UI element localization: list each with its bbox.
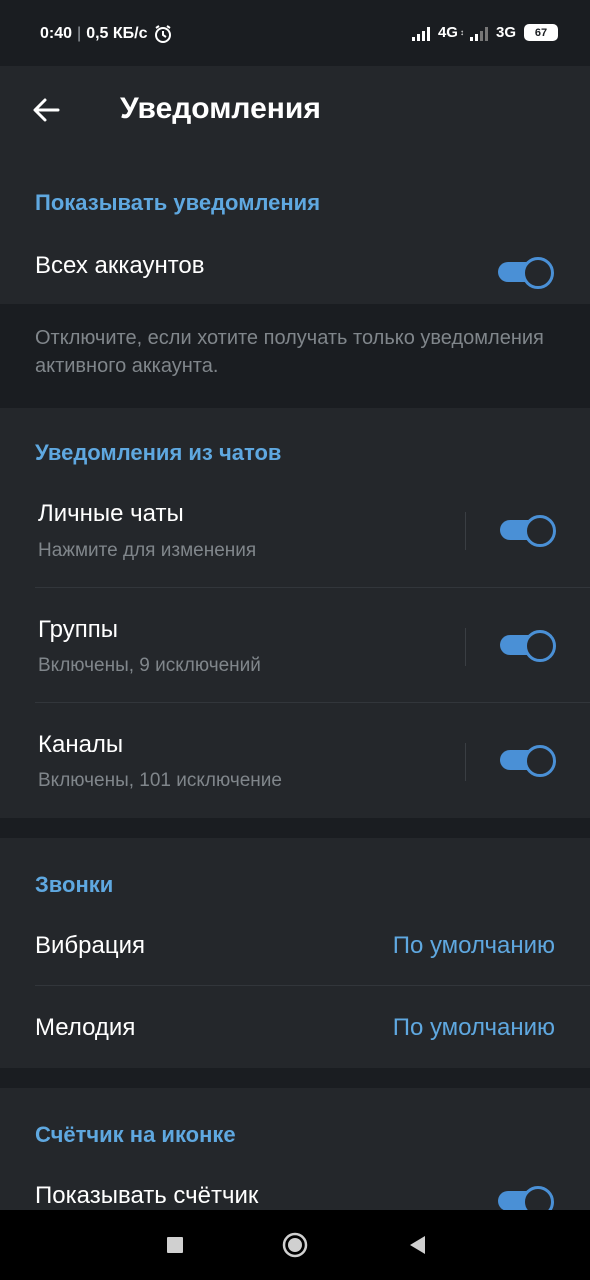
vibration-row[interactable]: Вибрация По умолчанию [0, 908, 590, 986]
toggle-knob [522, 257, 554, 289]
status-speed: 0,5 КБ/с [86, 25, 148, 42]
channels-row[interactable]: Каналы Включены, 101 исключение [0, 703, 590, 818]
section-header-chat-notifications: Уведомления из чатов [35, 440, 282, 465]
info-block: Отключите, если хотите получать только у… [0, 304, 590, 408]
data-arrows-icon: ↕ [459, 28, 464, 37]
groups-title: Группы [38, 616, 118, 643]
section-badge-counter: Счётчик на иконке Показывать счётчик [0, 1088, 590, 1210]
section-chat-notifications: Уведомления из чатов Личные чаты Нажмите… [0, 408, 590, 818]
network-type-2: 3G [495, 24, 516, 41]
signal-icon-2 [469, 25, 492, 41]
signal-icon [411, 25, 434, 41]
toggle-knob [524, 515, 556, 547]
toggle-knob [522, 1186, 554, 1210]
app-bar: Уведомления [0, 66, 590, 158]
status-left: 0:40 | 0,5 КБ/с [40, 24, 173, 44]
groups-toggle[interactable] [500, 630, 556, 662]
section-calls: Звонки Вибрация По умолчанию Мелодия По … [0, 838, 590, 1068]
status-bar: 0:40 | 0,5 КБ/с 4G ↕ 3G 67 [0, 0, 590, 66]
status-separator: | [77, 25, 82, 42]
private-chats-toggle[interactable] [500, 515, 556, 547]
show-counter-row[interactable]: Показывать счётчик [0, 1168, 590, 1210]
ringtone-row[interactable]: Мелодия По умолчанию [0, 986, 590, 1068]
home-button[interactable] [280, 1230, 310, 1260]
groups-subtitle: Включены, 9 исключений [38, 655, 261, 676]
recents-button[interactable] [160, 1230, 190, 1260]
section-show-notifications: Показывать уведомления Всех аккаунтов [0, 158, 590, 304]
section-header-badge-counter: Счётчик на иконке [35, 1122, 236, 1147]
private-chats-row[interactable]: Личные чаты Нажмите для изменения [0, 480, 590, 587]
nav-back-button[interactable] [402, 1230, 432, 1260]
show-counter-label: Показывать счётчик [35, 1182, 259, 1209]
page-title: Уведомления [120, 92, 321, 125]
arrow-back-icon [33, 98, 60, 122]
groups-row[interactable]: Группы Включены, 9 исключений [0, 588, 590, 702]
row-vertical-divider [465, 743, 466, 781]
section-header-show-notifications: Показывать уведомления [35, 190, 321, 215]
network-type-1: 4G [437, 24, 458, 41]
all-accounts-toggle[interactable] [498, 257, 554, 289]
show-counter-toggle[interactable] [498, 1186, 554, 1210]
alarm-icon [153, 24, 173, 44]
channels-toggle[interactable] [500, 745, 556, 777]
ringtone-label: Мелодия [35, 1014, 136, 1041]
all-accounts-info: Отключите, если хотите получать только у… [35, 327, 544, 377]
home-circle-icon [282, 1232, 308, 1258]
back-button[interactable] [28, 92, 64, 128]
row-vertical-divider [465, 512, 466, 550]
section-header-calls: Звонки [35, 872, 114, 897]
vibration-value: По умолчанию [392, 932, 555, 959]
battery-icon: 67 [524, 24, 558, 41]
toggle-knob [524, 630, 556, 662]
private-chats-subtitle: Нажмите для изменения [38, 540, 257, 561]
all-accounts-row[interactable]: Всех аккаунтов [0, 238, 590, 304]
row-vertical-divider [465, 628, 466, 666]
status-right: 4G ↕ 3G 67 [411, 24, 558, 41]
status-time: 0:40 [40, 25, 73, 42]
system-nav-bar [0, 1210, 590, 1280]
all-accounts-label: Всех аккаунтов [35, 252, 205, 279]
back-triangle-icon [410, 1236, 425, 1254]
channels-subtitle: Включены, 101 исключение [38, 770, 282, 791]
toggle-knob [524, 745, 556, 777]
recents-square-icon [167, 1237, 183, 1253]
vibration-label: Вибрация [35, 932, 146, 959]
ringtone-value: По умолчанию [392, 1014, 555, 1041]
private-chats-title: Личные чаты [38, 500, 184, 527]
channels-title: Каналы [38, 731, 124, 758]
